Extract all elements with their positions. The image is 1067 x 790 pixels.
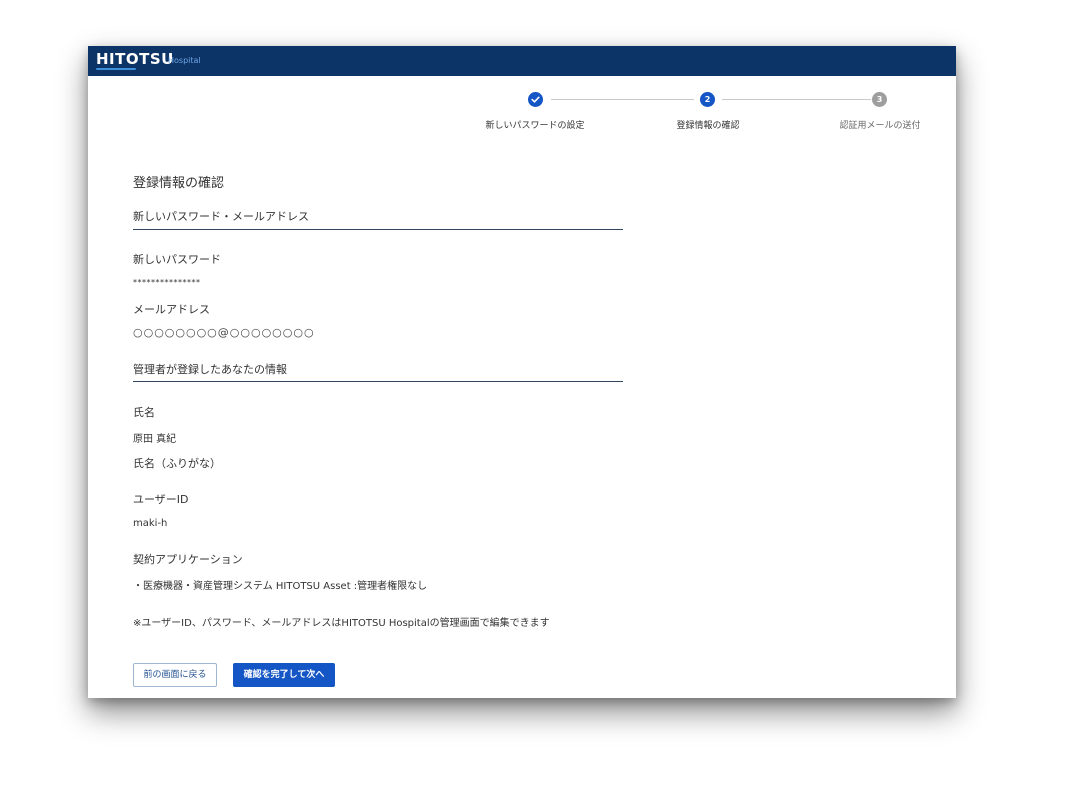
userid-value: maki-h xyxy=(133,518,168,529)
section-divider xyxy=(133,229,623,230)
name-value: 原田 真紀 xyxy=(133,434,177,445)
section-divider xyxy=(133,381,623,382)
step-3-circle: 3 xyxy=(872,92,887,107)
header-bar: HITOTSU Hospital xyxy=(88,46,956,76)
apps-value: ・医療機器・資産管理システム HITOTSU Asset :管理者権限なし xyxy=(133,581,428,592)
page-title: 登録情報の確認 xyxy=(133,176,225,191)
step-2-circle: 2 xyxy=(700,92,715,107)
apps-label: 契約アプリケーション xyxy=(133,553,243,566)
back-button[interactable]: 前の画面に戻る xyxy=(133,663,217,687)
section-heading-admin-info: 管理者が登録したあなたの情報 xyxy=(133,363,287,376)
confirm-next-button[interactable]: 確認を完了して次へ xyxy=(233,663,335,687)
password-value: *************** xyxy=(133,278,201,287)
userid-label: ユーザーID xyxy=(133,493,189,506)
step-1-label: 新しいパスワードの設定 xyxy=(485,121,585,131)
logo-underline xyxy=(96,68,136,70)
section-heading-credentials: 新しいパスワード・メールアドレス xyxy=(133,210,309,223)
logo-subtitle: Hospital xyxy=(168,56,201,65)
step-connector-1 xyxy=(551,99,694,100)
step-1-check-icon xyxy=(528,92,543,107)
app-window: HITOTSU Hospital 2 3 新しいパスワードの設定 登録情報の確認… xyxy=(88,46,956,698)
email-value: ○○○○○○○○@○○○○○○○○ xyxy=(133,326,315,339)
step-2-label: 登録情報の確認 xyxy=(676,121,740,131)
furigana-label: 氏名（ふりがな） xyxy=(133,457,221,470)
email-label: メールアドレス xyxy=(133,303,210,316)
password-label: 新しいパスワード xyxy=(133,253,221,266)
logo: HITOTSU xyxy=(96,50,174,68)
step-connector-2 xyxy=(722,99,871,100)
name-label: 氏名 xyxy=(133,406,155,419)
step-3-label: 認証用メールの送付 xyxy=(839,121,921,131)
edit-note: ※ユーザーID、パスワード、メールアドレスはHITOTSU Hospitalの管… xyxy=(133,618,550,629)
